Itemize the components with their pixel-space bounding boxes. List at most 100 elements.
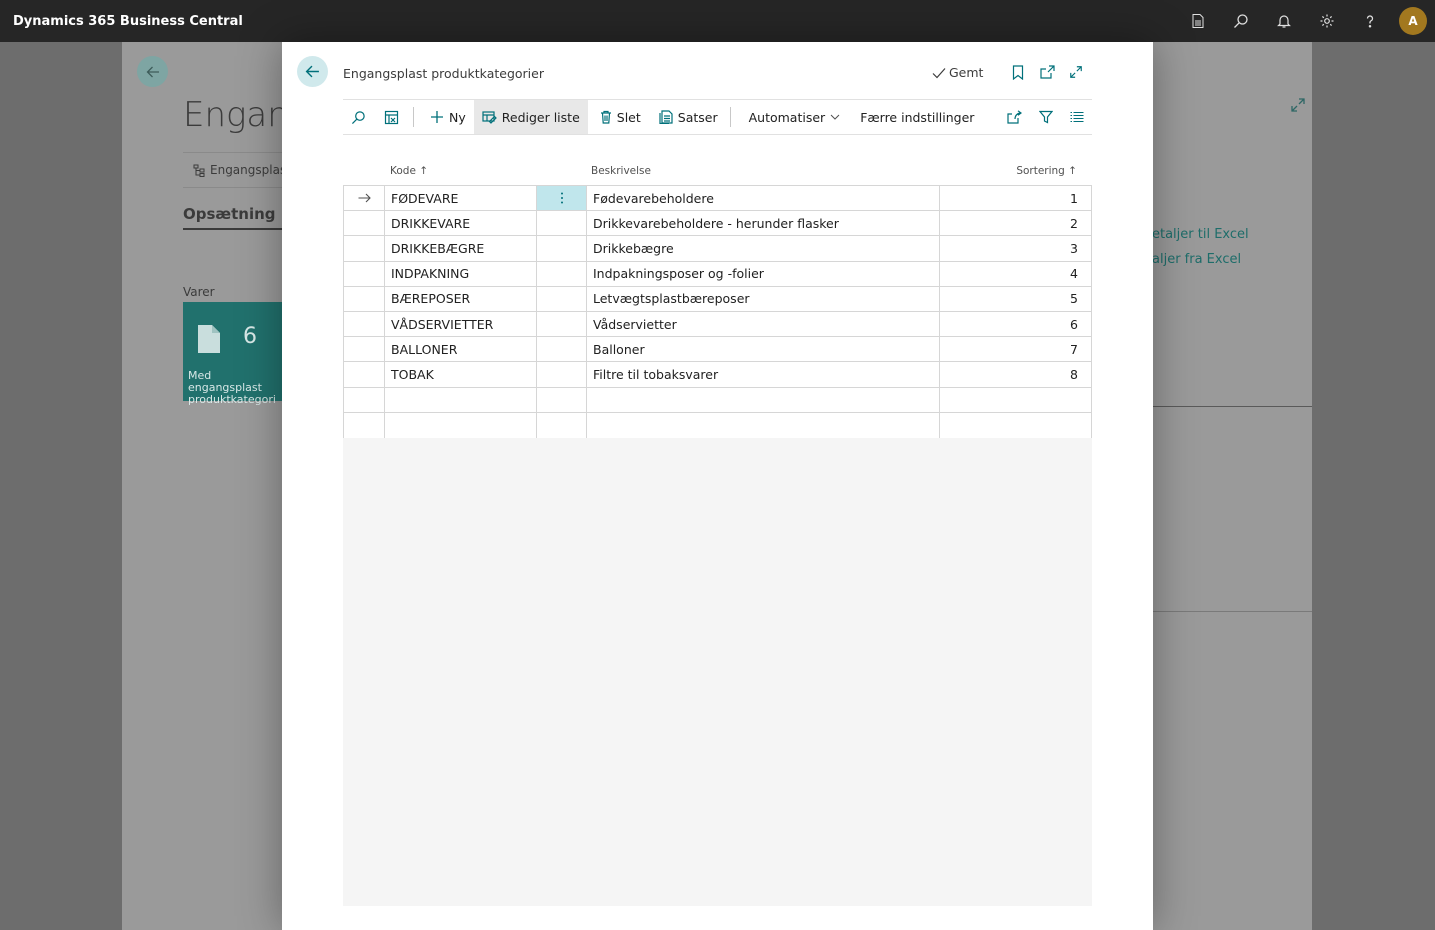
empty-cell[interactable] (385, 412, 537, 438)
row-actions-cell[interactable] (537, 236, 587, 261)
app-title[interactable]: Dynamics 365 Business Central (0, 14, 243, 29)
back-button[interactable] (297, 56, 328, 87)
background-tile-count: 6 (243, 324, 257, 349)
cell-sorting[interactable]: 3 (940, 236, 1091, 260)
row-actions-cell[interactable] (537, 211, 587, 236)
toolbar-divider (729, 107, 731, 127)
row-actions-cell[interactable] (537, 337, 587, 362)
cell-sorting[interactable]: 8 (940, 362, 1091, 386)
cell-code[interactable]: INDPAKNING (385, 261, 537, 286)
background-tab-label: Engangsplast (210, 163, 291, 177)
column-header-sorting[interactable]: Sortering ↑ (1016, 165, 1077, 177)
row-indicator[interactable] (344, 337, 385, 362)
cell-code[interactable]: TOBAK (385, 362, 537, 387)
empty-cell[interactable] (587, 412, 940, 438)
gear-icon[interactable] (1305, 0, 1348, 42)
column-header-code[interactable]: Kode ↑ (390, 165, 428, 177)
table-row[interactable]: FØDEVARE Fødevarebeholdere 1 (344, 186, 1091, 212)
row-indicator[interactable] (344, 286, 385, 311)
automate-menu[interactable]: Automatiser (737, 100, 849, 134)
empty-table-row[interactable] (344, 387, 1091, 413)
bell-icon[interactable] (1262, 0, 1305, 42)
row-indicator[interactable] (344, 211, 385, 236)
cell-description[interactable]: Drikkebægre (587, 236, 940, 261)
cell-description[interactable]: Drikkevarebeholdere - herunder flasker (587, 211, 940, 236)
row-actions-cell[interactable] (537, 186, 587, 211)
bookmark-icon[interactable] (1010, 64, 1026, 80)
empty-cell[interactable] (344, 412, 385, 438)
cell-description[interactable]: Balloner (587, 337, 940, 362)
edit-list-icon (482, 110, 497, 124)
column-header-description[interactable]: Beskrivelse (591, 165, 651, 177)
more-options-icon[interactable] (560, 192, 564, 204)
expand-icon[interactable] (1068, 64, 1084, 80)
row-indicator[interactable] (344, 362, 385, 387)
cell-sorting[interactable]: 5 (940, 287, 1091, 311)
cell-description[interactable]: Vådservietter (587, 311, 940, 337)
edit-in-excel-icon[interactable] (374, 100, 407, 134)
empty-cell[interactable] (537, 387, 587, 412)
cell-code[interactable]: BALLONER (385, 337, 537, 362)
table-row[interactable]: VÅDSERVIETTER Vådservietter 6 (344, 311, 1091, 338)
row-actions-cell[interactable] (537, 261, 587, 286)
cell-code[interactable]: VÅDSERVIETTER (385, 311, 537, 337)
row-indicator[interactable] (344, 186, 385, 211)
background-cue-tile: 6 Med engangsplast produktkategori (183, 302, 293, 406)
row-actions-cell[interactable] (537, 362, 587, 387)
row-actions-cell[interactable] (537, 286, 587, 311)
background-divider (1152, 406, 1312, 407)
list-view-icon[interactable] (1061, 111, 1092, 123)
search-icon[interactable] (1219, 0, 1262, 42)
row-indicator[interactable] (344, 311, 385, 337)
cell-code[interactable]: BÆREPOSER (385, 286, 537, 311)
cell-description[interactable]: Letvægtsplastbæreposer (587, 286, 940, 311)
report-icon[interactable] (1176, 0, 1219, 42)
empty-cell[interactable] (537, 412, 587, 438)
cell-code[interactable]: FØDEVARE (385, 186, 537, 211)
search-button[interactable] (343, 100, 374, 134)
row-indicator[interactable] (344, 261, 385, 286)
empty-cell[interactable] (940, 413, 1091, 438)
help-icon[interactable] (1348, 0, 1391, 42)
background-section-divider (183, 228, 293, 230)
open-new-window-icon[interactable] (1039, 64, 1055, 80)
grid-empty-area (343, 438, 1092, 906)
cell-sorting[interactable]: 7 (940, 337, 1091, 361)
cell-sorting[interactable]: 6 (940, 312, 1091, 336)
cell-code[interactable]: DRIKKEBÆGRE (385, 236, 537, 261)
row-actions-cell[interactable] (537, 311, 587, 337)
new-button[interactable]: Ny (420, 100, 474, 134)
cell-sorting[interactable]: 2 (940, 211, 1091, 235)
table-row[interactable]: BALLONER Balloner 7 (344, 337, 1091, 363)
cell-description[interactable]: Fødevarebeholdere (587, 186, 940, 211)
filter-icon[interactable] (1030, 110, 1061, 124)
edit-list-button[interactable]: Rediger liste (473, 100, 588, 134)
cell-description[interactable]: Indpakningsposer og -folier (587, 261, 940, 286)
table-row[interactable]: TOBAK Filtre til tobaksvarer 8 (344, 362, 1091, 388)
list-dialog: Engangsplast produktkategorier Gemt Ny R… (282, 42, 1153, 930)
table-row[interactable]: BÆREPOSER Letvægtsplastbæreposer 5 (344, 286, 1091, 312)
grid-header: Kode ↑ Beskrivelse Sortering ↑ (343, 152, 1092, 185)
share-icon[interactable] (999, 110, 1030, 124)
table-row[interactable]: INDPAKNING Indpakningsposer og -folier 4 (344, 261, 1091, 287)
new-button-label: Ny (449, 109, 466, 125)
table-row[interactable]: DRIKKEBÆGRE Drikkebægre 3 (344, 236, 1091, 262)
cell-code[interactable]: DRIKKEVARE (385, 211, 537, 236)
delete-button[interactable]: Slet (588, 100, 649, 134)
table-row[interactable]: DRIKKEVARE Drikkevarebeholdere - herunder… (344, 211, 1091, 237)
cell-sorting[interactable]: 4 (940, 262, 1091, 286)
page-title: Engangsplast produktkategorier (343, 66, 544, 81)
empty-cell[interactable] (940, 388, 1091, 412)
empty-table-row[interactable] (344, 412, 1091, 438)
row-indicator[interactable] (344, 236, 385, 261)
rates-icon (659, 110, 673, 124)
avatar[interactable]: A (1399, 7, 1427, 35)
empty-cell[interactable] (385, 387, 537, 412)
rates-button[interactable]: Satser (649, 100, 726, 134)
cell-sorting[interactable]: 1 (940, 186, 1091, 210)
cell-description[interactable]: Filtre til tobaksvarer (587, 362, 940, 387)
empty-cell[interactable] (587, 387, 940, 412)
background-tile-label: Med engangsplast produktkategori (188, 369, 276, 406)
fewer-options-button[interactable]: Færre indstillinger (848, 100, 982, 134)
empty-cell[interactable] (344, 387, 385, 412)
